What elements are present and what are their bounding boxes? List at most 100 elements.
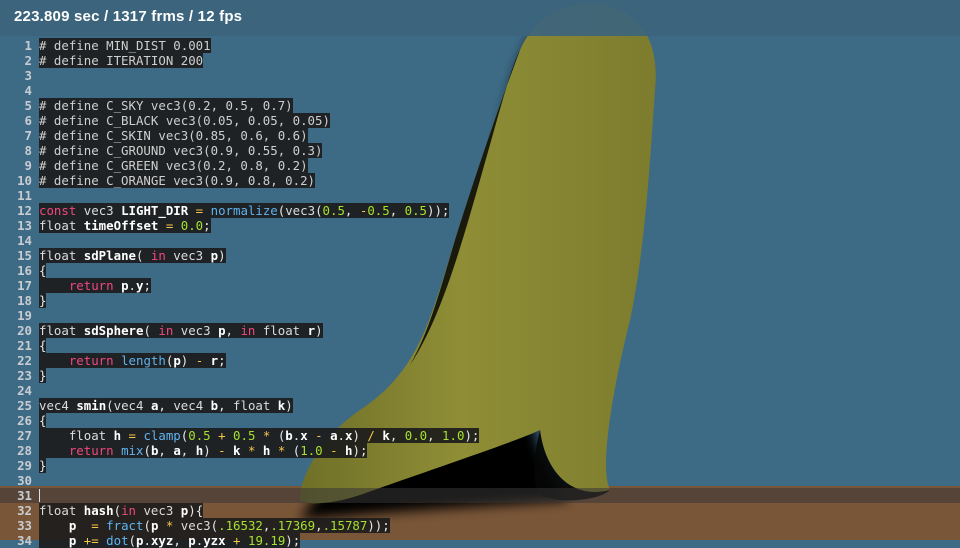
code-line[interactable]: 7 # define C_SKIN vec3(0.85, 0.6, 0.6) [0,128,960,143]
code-line[interactable]: 29} [0,458,960,473]
code-line[interactable]: 24 [0,383,960,398]
fps-counter: 223.809 sec / 1317 frms / 12 fps [14,8,243,25]
code-token: k [233,443,241,458]
line-number: 29 [17,458,32,473]
line-number: 12 [17,203,32,218]
code-token: += [76,533,107,548]
line-number: 7 [24,128,32,143]
code-line[interactable]: 18} [0,293,960,308]
code-token: b [210,398,219,413]
code-token: ( [143,323,159,338]
code-line[interactable]: 27 float h = clamp(0.5 + 0.5 * (b.x - a.… [0,428,960,443]
code-line[interactable]: 12 const vec3 LIGHT_DIR = normalize(vec3(… [0,203,960,218]
code-token: . [337,428,346,443]
code-token: 0.5 [367,203,390,218]
line-number: 13 [17,218,32,233]
line-number: 28 [17,443,32,458]
code-text: float h = clamp(0.5 + 0.5 * (b.x - a.x) … [39,428,480,443]
code-line[interactable]: 28 return mix(b, a, h) - k * h * (1.0 - … [0,443,960,458]
code-line[interactable]: 26 { [0,413,960,428]
code-token: 19.19 [247,533,286,548]
code-token: ); [464,428,480,443]
code-line[interactable]: 1 # define MIN_DIST 0.001 [0,38,960,53]
code-line[interactable]: 5 # define C_SKY vec3(0.2, 0.5, 0.7) [0,98,960,113]
code-token: ( [135,248,151,263]
code-token: vec4 [39,398,77,413]
code-line[interactable]: 4 [0,83,960,98]
code-token: smin [76,398,107,413]
code-line[interactable]: 9 # define C_GREEN vec3(0.2, 0.8, 0.2) [0,158,960,173]
code-line[interactable]: 17 return p.y; [0,278,960,293]
code-token: { [39,413,47,428]
code-token: const [39,203,77,218]
code-line[interactable]: 33 p = fract(p * vec3(.16532,.17369,.157… [0,518,960,533]
code-text: float sdSphere( in vec3 p, in float r) [39,323,323,338]
code-token: 1.0 [300,443,323,458]
code-line[interactable]: 23} [0,368,960,383]
code-line[interactable]: 31 [0,488,960,503]
code-token: float [233,398,278,413]
code-token: = [188,203,211,218]
code-editor[interactable]: 1 # define MIN_DIST 0.001 2 # define ITERAT… [0,38,960,548]
code-token: normalize [210,203,278,218]
code-token: ) [285,398,293,413]
code-token: fract [106,518,144,533]
code-line[interactable]: 15 float sdPlane( in vec3 p) [0,248,960,263]
code-token: 0.0 [180,218,204,233]
code-line[interactable]: 13 float timeOffset = 0.0; [0,218,960,233]
code-token: float [39,428,114,443]
code-token: , [180,443,196,458]
code-token: = [158,218,181,233]
code-token: - [210,443,234,458]
code-token: ( [210,518,219,533]
code-line[interactable]: 22 return length(p) - r; [0,353,960,368]
code-token: ( [113,503,122,518]
status-bar: 223.809 sec / 1317 frms / 12 fps [0,0,960,36]
code-token: .16532 [218,518,263,533]
line-number: 27 [17,428,32,443]
code-token: a [330,428,338,443]
code-line[interactable]: 3 [0,68,960,83]
code-token: 1.0 [442,428,465,443]
line-number: 20 [17,323,32,338]
code-line[interactable]: 34 p += dot(p.xyz, p.yzx + 19.19); [0,533,960,548]
code-line[interactable]: 11 [0,188,960,203]
code-token: ) [352,428,360,443]
code-line[interactable]: 21 { [0,338,960,353]
code-line[interactable]: 16 { [0,263,960,278]
code-text: float sdPlane( in vec3 p) [39,248,226,263]
code-token: in [240,323,256,338]
code-line[interactable]: 10 # define C_ORANGE vec3(0.9, 0.8, 0.2) [0,173,960,188]
code-token: x [300,428,308,443]
code-token: = [76,518,107,533]
code-token: return [68,353,114,368]
code-token: vec3 [173,323,219,338]
code-text: float timeOffset = 0.0; [39,218,211,233]
code-line[interactable]: 2 # define ITERATION 200 [0,53,960,68]
code-text: return mix(b, a, h) - k * h * (1.0 - h); [39,443,368,458]
code-line[interactable]: 6 # define C_BLACK vec3(0.05, 0.05, 0.05) [0,113,960,128]
code-token: # define ITERATION 200 [39,53,204,68]
code-line[interactable]: 25 vec4 smin(vec4 a, vec4 b, float k) [0,398,960,413]
code-token: r [307,323,316,338]
code-line[interactable]: 30 [0,473,960,488]
code-line[interactable]: 14 [0,233,960,248]
code-line[interactable]: 32 float hash(in vec3 p){ [0,503,960,518]
code-text: # define C_BLACK vec3(0.05, 0.05, 0.05) [39,113,330,128]
code-token: hash [83,503,114,518]
code-line[interactable]: 8 # define C_GROUND vec3(0.9, 0.55, 0.3) [0,143,960,158]
code-text: # define C_GROUND vec3(0.9, 0.55, 0.3) [39,143,323,158]
code-token: ) [203,443,211,458]
code-token: LIGHT_DIR [121,203,189,218]
code-line[interactable]: 20 float sdSphere( in vec3 p, in float r) [0,323,960,338]
code-line[interactable]: 19 [0,308,960,323]
code-token: . [128,278,137,293]
code-token: length [121,353,166,368]
code-text: # define MIN_DIST 0.001 [39,38,211,53]
line-number: 24 [17,383,32,398]
code-text: return length(p) - r; [39,353,226,368]
code-token: ( [143,518,151,533]
